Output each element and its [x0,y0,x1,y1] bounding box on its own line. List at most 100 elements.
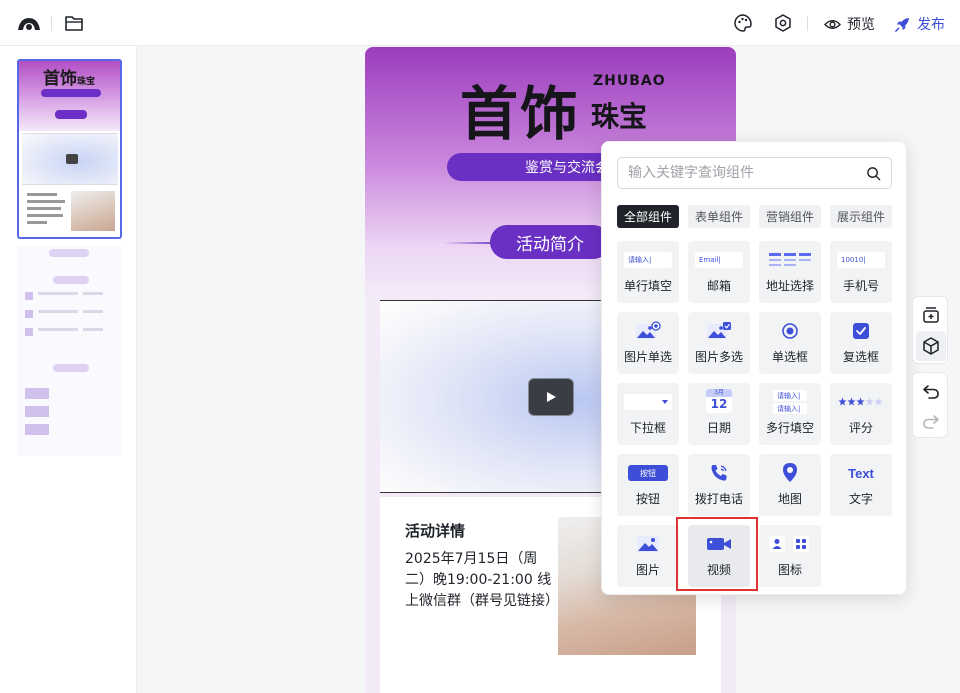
component-label: 评分 [848,421,873,435]
multi-line-input-icon: 请输入| [773,390,807,401]
top-bar: 预览 发布 [0,0,960,46]
right-toolbar-top [912,296,948,364]
thumbnail-pill [53,364,89,372]
redo-icon[interactable] [921,411,941,431]
undo-icon[interactable] [921,381,941,401]
thumbnail-video [22,133,118,185]
divider [807,16,808,31]
detail-title: 活动详情 [405,522,466,540]
tab-all-components[interactable]: 全部组件 [617,205,679,228]
thumbnail-row [25,328,115,338]
thumbnail-box [25,388,49,399]
section-heading-intro[interactable]: 活动简介 [490,225,610,259]
component-radio[interactable]: 单选框 [759,312,821,374]
component-date[interactable]: 3月 12 日期 [688,383,750,445]
settings-icon[interactable] [773,13,793,33]
publish-button[interactable]: 发布 [894,13,945,35]
component-icon[interactable]: 图标 [759,525,821,587]
thumbnail-hero: 首饰珠宝 [19,61,120,131]
page-thumbnail-2[interactable] [17,246,122,456]
play-icon [547,392,556,402]
component-label: 多行填空 [765,421,814,435]
component-rating[interactable]: 评分 [830,383,892,445]
brand-title: 首饰 [460,80,581,148]
image-single-choice-icon [636,321,661,339]
component-label: 文字 [848,492,873,506]
component-text[interactable]: Text 文字 [830,454,892,516]
component-label: 地址选择 [765,279,814,293]
text-icon: Text [848,465,874,481]
play-button[interactable] [528,378,574,416]
preview-label: 预览 [847,17,875,33]
component-search[interactable] [617,157,892,189]
component-label: 图片多选 [694,350,743,364]
component-single-line-input[interactable]: 请输入| 单行填空 [617,241,679,303]
icon-grid-icon [769,536,809,552]
brand-subtitle: 珠宝 [591,100,648,133]
tab-form-components[interactable]: 表单组件 [688,205,750,228]
thumbnail-brand: 首饰珠宝 [43,69,96,89]
component-label: 日期 [706,421,731,435]
component-label: 单选框 [771,350,808,364]
eye-icon [824,19,841,29]
thumbnail-pill [49,249,89,257]
single-line-input-icon: 请输入| [624,252,672,268]
calendar-icon: 3月 12 [706,389,732,413]
address-icon [769,253,811,266]
preview-button[interactable]: 预览 [824,13,875,35]
component-label: 拨打电话 [694,492,743,506]
search-input[interactable] [628,163,858,183]
component-label: 地图 [777,492,802,506]
component-label: 图片 [635,563,660,577]
component-multi-line-input[interactable]: 请输入| 请输入| 多行填空 [759,383,821,445]
component-checkbox[interactable]: 复选框 [830,312,892,374]
search-icon[interactable] [866,166,881,181]
component-phone-call[interactable]: 拨打电话 [688,454,750,516]
palette-icon[interactable] [733,13,753,33]
tab-display-components[interactable]: 展示组件 [830,205,892,228]
thumbnail-row [25,292,115,302]
email-icon: Email| [695,252,743,268]
component-dropdown[interactable]: 下拉框 [617,383,679,445]
rocket-icon [895,17,910,32]
component-image-single-choice[interactable]: 图片单选 [617,312,679,374]
thumbnail-text [27,193,67,228]
component-label: 图标 [777,563,802,577]
cube-button[interactable] [916,331,946,361]
right-toolbar-bottom [912,372,948,438]
thumbnail-box [25,424,49,435]
component-image-multi-choice[interactable]: 图片多选 [688,312,750,374]
selection-highlight [676,517,758,591]
publish-label: 发布 [917,17,945,33]
calendar-month: 3月 [706,389,732,397]
component-map[interactable]: 地图 [759,454,821,516]
phone-number-icon: 10010| [837,252,885,268]
component-address[interactable]: 地址选择 [759,241,821,303]
component-email[interactable]: Email| 邮箱 [688,241,750,303]
image-icon [637,536,659,552]
thumbnail-pill [41,89,101,97]
thumbnail-box [25,406,49,417]
cube-icon [923,337,939,355]
rating-icon [838,397,883,406]
tab-marketing-components[interactable]: 营销组件 [759,205,821,228]
page-thumbnail-panel: 首饰珠宝 [0,46,137,693]
divider [51,16,52,31]
brand-english: ZHUBAO [593,73,666,89]
add-component-icon[interactable] [921,305,941,325]
thumbnail-play-icon [66,154,78,164]
multi-line-input-icon: 请输入| [773,403,807,414]
component-phone-number[interactable]: 10010| 手机号 [830,241,892,303]
component-button[interactable]: 按钮 按钮 [617,454,679,516]
radio-icon [782,323,798,339]
phone-call-icon [711,465,727,481]
component-label: 图片单选 [623,350,672,364]
image-multi-choice-icon [707,322,731,339]
button-icon: 按钮 [628,465,668,481]
folder-icon[interactable] [64,14,84,32]
component-label: 下拉框 [629,421,666,435]
component-label: 按钮 [635,492,660,506]
cloud-logo-icon[interactable] [16,14,42,32]
component-image[interactable]: 图片 [617,525,679,587]
page-thumbnail-1[interactable]: 首饰珠宝 [17,59,122,239]
